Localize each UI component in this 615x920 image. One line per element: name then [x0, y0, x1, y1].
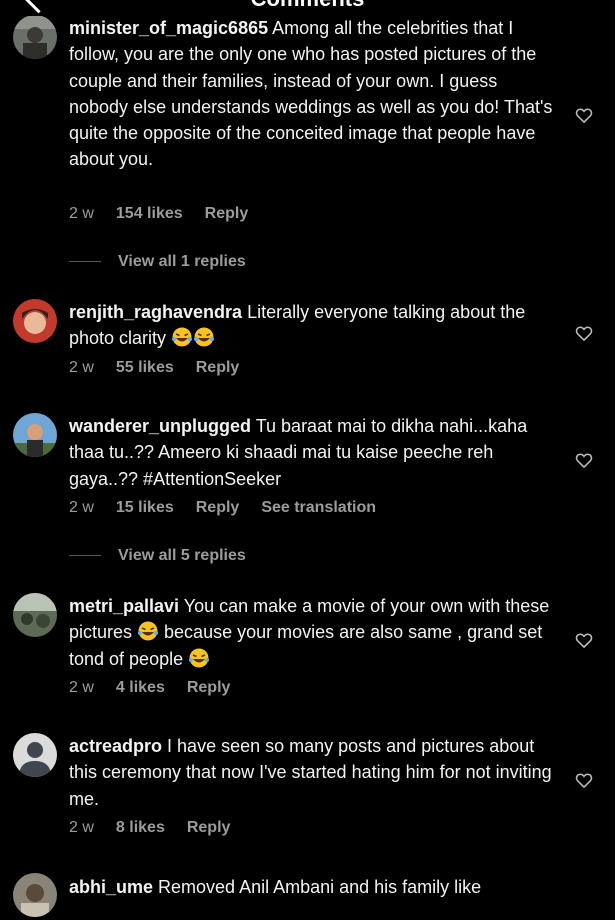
- heart-outline-icon[interactable]: [574, 450, 594, 470]
- comment-age: 2 w: [69, 499, 94, 516]
- replies-divider: [69, 261, 101, 263]
- laughing-emoji-icon: [172, 327, 193, 347]
- view-replies-label: View all 5 replies: [118, 547, 246, 564]
- heart-outline-icon[interactable]: [574, 105, 594, 125]
- comment-text: minister_of_magic6865 Among all the cele…: [69, 15, 559, 173]
- comment-meta: 2 w 55 likes Reply: [69, 359, 261, 377]
- see-translation-link[interactable]: See translation: [261, 499, 376, 516]
- comment-age: 2 w: [69, 819, 94, 836]
- likes-count[interactable]: 8 likes: [116, 819, 165, 836]
- likes-count[interactable]: 15 likes: [116, 499, 174, 516]
- avatar[interactable]: [13, 593, 57, 637]
- avatar[interactable]: [13, 733, 57, 777]
- comment-age: 2 w: [69, 679, 94, 696]
- comment-text: metri_pallavi You can make a movie of yo…: [69, 593, 559, 672]
- comment-body: Removed Anil Ambani and his family like: [153, 877, 482, 897]
- likes-count[interactable]: 154 likes: [116, 205, 183, 222]
- avatar[interactable]: [13, 873, 57, 917]
- comment-age: 2 w: [69, 359, 94, 376]
- reply-button[interactable]: Reply: [187, 679, 231, 696]
- comment-username[interactable]: wanderer_unplugged: [69, 416, 251, 436]
- avatar[interactable]: [13, 299, 57, 343]
- comment-username[interactable]: metri_pallavi: [69, 596, 179, 616]
- likes-count[interactable]: 4 likes: [116, 679, 165, 696]
- comment-username[interactable]: minister_of_magic6865: [69, 18, 268, 38]
- reply-button[interactable]: Reply: [187, 819, 231, 836]
- view-replies-link[interactable]: View all 1 replies: [69, 253, 246, 273]
- comment-meta: 2 w 154 likes Reply: [69, 205, 270, 223]
- comment-username[interactable]: abhi_ume: [69, 877, 153, 897]
- heart-outline-icon[interactable]: [574, 770, 594, 790]
- reply-button[interactable]: Reply: [205, 205, 249, 222]
- comment-age: 2 w: [69, 205, 94, 222]
- view-replies-label: View all 1 replies: [118, 253, 246, 270]
- view-replies-link[interactable]: View all 5 replies: [69, 547, 246, 567]
- laughing-emoji-icon: [138, 621, 159, 641]
- heart-outline-icon[interactable]: [574, 323, 594, 343]
- comment-text: wanderer_unplugged Tu baraat mai to dikh…: [69, 413, 559, 492]
- reply-button[interactable]: Reply: [196, 499, 240, 516]
- header-bar: Comments: [0, 0, 615, 16]
- comment-username[interactable]: renjith_raghavendra: [69, 302, 242, 322]
- reply-button[interactable]: Reply: [196, 359, 240, 376]
- replies-divider: [69, 555, 101, 557]
- laughing-emoji-icon: [189, 648, 210, 668]
- comment-meta: 2 w 8 likes Reply: [69, 819, 252, 837]
- comment-text: abhi_ume Removed Anil Ambani and his fam…: [69, 874, 559, 900]
- comment-text: actreadpro I have seen so many posts and…: [69, 733, 559, 812]
- comment-text: renjith_raghavendra Literally everyone t…: [69, 299, 559, 352]
- laughing-emoji-icon: [194, 327, 215, 347]
- avatar[interactable]: [13, 15, 57, 59]
- comment-username[interactable]: actreadpro: [69, 736, 162, 756]
- avatar[interactable]: [13, 413, 57, 457]
- comment-meta: 2 w 15 likes Reply See translation: [69, 499, 398, 517]
- page-title: Comments: [0, 0, 615, 12]
- comment-meta: 2 w 4 likes Reply: [69, 679, 252, 697]
- heart-outline-icon[interactable]: [574, 630, 594, 650]
- comment-body: Among all the celebrities that I follow,…: [69, 18, 553, 170]
- likes-count[interactable]: 55 likes: [116, 359, 174, 376]
